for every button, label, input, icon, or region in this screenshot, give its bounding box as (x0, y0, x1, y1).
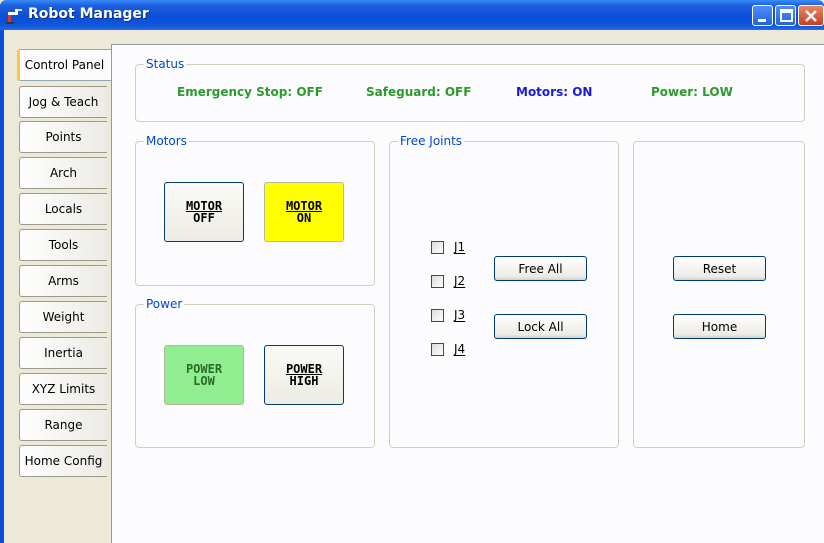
safeguard-status: Safeguard: OFF (366, 85, 472, 99)
lock-all-button[interactable]: Lock All (494, 314, 587, 339)
emergency-stop-status: Emergency Stop: OFF (177, 85, 323, 99)
joint-j3-row[interactable]: J3 (431, 308, 465, 322)
joint-j2-row[interactable]: J2 (431, 274, 465, 288)
tab-weight[interactable]: Weight (19, 301, 107, 333)
tab-home-config[interactable]: Home Config (19, 445, 107, 477)
joint-j4-label: J4 (454, 342, 466, 356)
window-title: Robot Manager (28, 6, 149, 22)
power-low-button[interactable]: POWER LOW (164, 345, 244, 405)
maximize-icon (780, 9, 793, 22)
motor-on-text: MOTOR ON (286, 200, 322, 224)
joint-j4-checkbox[interactable] (431, 342, 444, 356)
joint-j4-row[interactable]: J4 (431, 342, 465, 356)
home-button[interactable]: Home (673, 314, 766, 339)
minimize-icon (758, 19, 766, 22)
tab-arms[interactable]: Arms (19, 265, 107, 297)
free-joints-group: Free Joints (389, 134, 619, 448)
motors-group-label: Motors (144, 134, 189, 148)
motor-off-line2: OFF (193, 211, 215, 225)
close-icon (805, 10, 817, 22)
tab-control-panel[interactable]: Control Panel (17, 49, 111, 81)
power-high-line2: HIGH (289, 374, 319, 388)
robot-app-icon (6, 9, 22, 24)
actions-group (633, 141, 805, 448)
tab-points[interactable]: Points (19, 121, 107, 153)
motor-off-text: MOTOR OFF (186, 200, 222, 224)
free-joints-group-label: Free Joints (398, 134, 465, 148)
close-button[interactable] (798, 5, 824, 26)
joint-j2-label: J2 (454, 274, 466, 288)
motors-status: Motors: ON (516, 85, 593, 99)
tab-jog-teach[interactable]: Jog & Teach (19, 86, 107, 118)
tab-range[interactable]: Range (19, 409, 107, 441)
joint-j2-checkbox[interactable] (431, 274, 444, 288)
power-high-button[interactable]: POWER HIGH (264, 345, 344, 405)
joint-j3-checkbox[interactable] (431, 308, 444, 322)
power-low-text: POWER LOW (186, 363, 222, 387)
tab-inertia[interactable]: Inertia (19, 337, 107, 369)
tab-tools[interactable]: Tools (19, 229, 107, 261)
tab-locals[interactable]: Locals (19, 193, 107, 225)
joint-j1-row[interactable]: J1 (431, 240, 465, 254)
reset-button[interactable]: Reset (673, 256, 766, 281)
joint-j1-label: J1 (454, 240, 466, 254)
motor-off-button[interactable]: MOTOR OFF (164, 182, 244, 242)
power-status: Power: LOW (651, 85, 733, 99)
tab-xyz-limits[interactable]: XYZ Limits (19, 373, 107, 405)
power-group-label: Power (144, 297, 185, 311)
maximize-button[interactable] (775, 5, 796, 26)
power-high-text: POWER HIGH (286, 363, 322, 387)
tab-arch[interactable]: Arch (19, 157, 107, 189)
free-all-button[interactable]: Free All (494, 256, 587, 281)
motor-on-button[interactable]: MOTOR ON (264, 182, 344, 242)
joint-j1-checkbox[interactable] (431, 240, 444, 254)
title-bar: Robot Manager (0, 0, 824, 30)
motor-on-line2: ON (296, 211, 312, 225)
window-frame-left (0, 30, 4, 543)
joint-j3-label: J3 (454, 308, 466, 322)
status-group-label: Status (144, 57, 187, 71)
minimize-button[interactable] (752, 5, 773, 26)
power-low-line2: LOW (193, 374, 215, 388)
